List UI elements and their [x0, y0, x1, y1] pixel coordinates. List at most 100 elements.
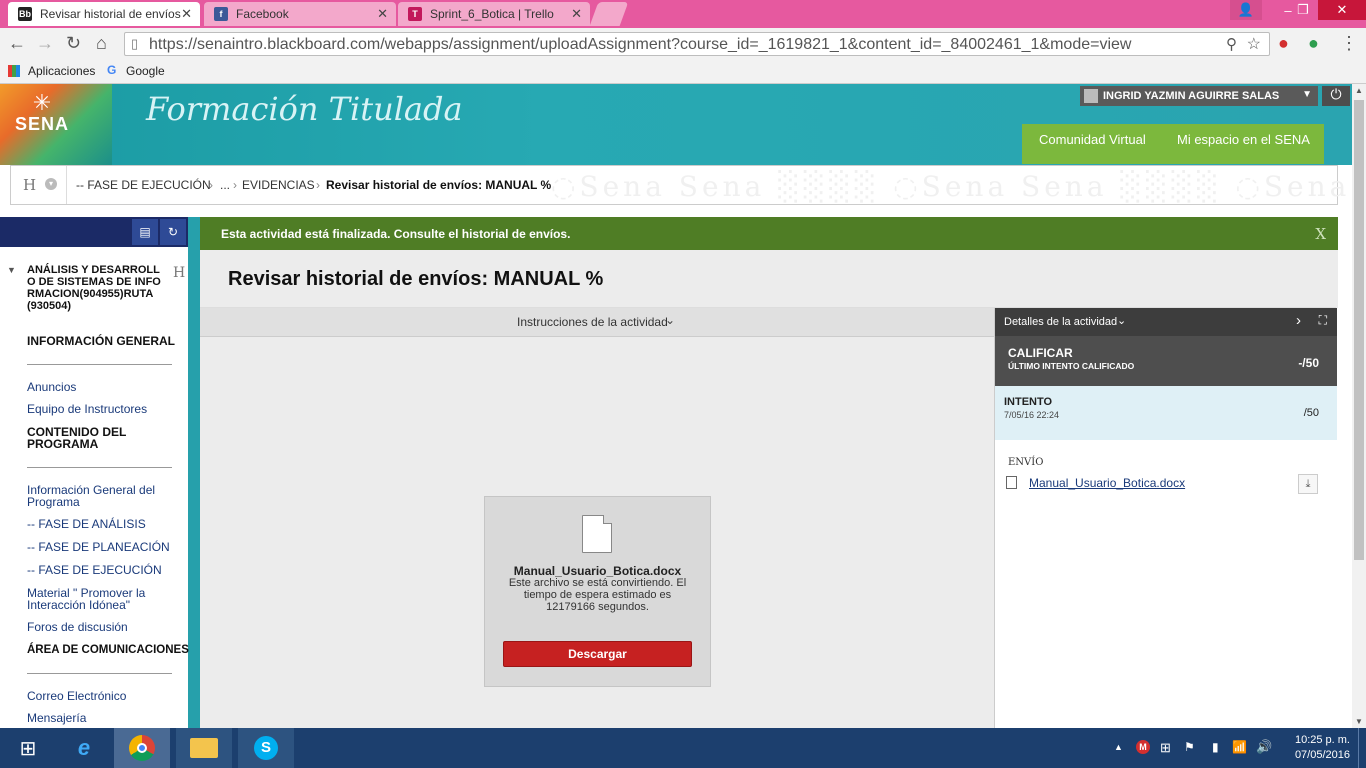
logout-icon[interactable]: ⏻ — [1322, 86, 1350, 106]
back-icon[interactable]: ← — [8, 33, 26, 54]
grade-value: -/50 — [1298, 356, 1319, 370]
tab-title: Revisar historial de envíos — [40, 7, 181, 21]
submission-label: ENVÍO — [1008, 457, 1044, 468]
close-window-icon[interactable]: ✕ — [1318, 0, 1366, 20]
breadcrumb-separator: › — [233, 178, 237, 192]
page-scrollbar[interactable]: ▲ ▼ — [1352, 84, 1366, 728]
close-tab-icon[interactable]: ✕ — [181, 6, 192, 22]
instructions-toggle[interactable]: Instrucciones de la actividad ⌄ — [200, 308, 994, 337]
trello-favicon-icon: T — [408, 7, 422, 21]
nav-info-general[interactable]: INFORMACIÓN GENERAL — [27, 335, 175, 347]
chrome-taskbar-icon[interactable] — [114, 728, 170, 768]
nav-mi-espacio[interactable]: Mi espacio en el SENA — [1177, 132, 1310, 147]
google-icon: G — [107, 63, 117, 77]
file-icon — [1006, 476, 1017, 489]
battery-icon[interactable]: ▮ — [1212, 740, 1219, 754]
chevron-right-icon[interactable]: › — [1296, 312, 1301, 329]
header-nav: Comunidad Virtual Mi espacio en el SENA — [1022, 124, 1324, 164]
action-center-flag-icon[interactable]: ⚑ — [1184, 740, 1195, 754]
internet-explorer-icon[interactable]: e — [56, 728, 112, 768]
nav-fase-analisis[interactable]: -- FASE DE ANÁLISIS — [27, 518, 146, 530]
url-text: https://senaintro.blackboard.com/webapps… — [149, 36, 1132, 53]
nav-info-programa[interactable]: Información General del Programa — [27, 484, 162, 508]
breadcrumb-item[interactable]: ... — [220, 178, 230, 192]
home-icon[interactable]: ⌂ — [96, 33, 107, 54]
page-title: Revisar historial de envíos: MANUAL % — [228, 268, 604, 290]
details-header[interactable]: Detalles de la actividad ⌄ › ⛶ — [995, 308, 1337, 336]
document-corner-fold — [603, 515, 612, 524]
breadcrumb-item[interactable]: EVIDENCIAS — [242, 178, 315, 192]
nav-fase-ejecucion[interactable]: -- FASE DE EJECUCIÓN — [27, 564, 162, 576]
network-signal-icon[interactable]: 📶 — [1232, 740, 1247, 754]
tab-trello[interactable]: T Sprint_6_Botica | Trello ✕ — [398, 2, 590, 26]
zoom-icon[interactable]: ⚲ — [1226, 35, 1237, 53]
nav-equipo-instructores[interactable]: Equipo de Instructores — [27, 403, 147, 415]
windows-tray-icon[interactable]: ⊞ — [1160, 740, 1171, 756]
file-explorer-icon[interactable] — [176, 728, 232, 768]
expand-icon[interactable]: ⛶ — [1319, 313, 1327, 328]
user-menu[interactable]: INGRID YAZMIN AGUIRRE SALAS ▼ — [1080, 86, 1318, 106]
activity-alert: Esta actividad está finalizada. Consulte… — [200, 217, 1338, 250]
nav-anuncios[interactable]: Anuncios — [27, 381, 76, 393]
nav-mensajeria[interactable]: Mensajería — [27, 712, 86, 724]
breadcrumb-item[interactable]: -- FASE DE EJECUCIÓN — [76, 178, 211, 192]
user-profile-icon[interactable]: 👤 — [1230, 0, 1262, 20]
download-button[interactable]: Descargar — [503, 641, 692, 667]
nav-comunidad-virtual[interactable]: Comunidad Virtual — [1039, 132, 1146, 147]
sena-logo[interactable]: ✳ SENA — [10, 92, 74, 156]
chevron-down-icon[interactable]: ▾ — [45, 178, 57, 190]
grade-sublabel: ÚLTIMO INTENTO CALIFICADO — [1008, 361, 1135, 371]
extension-icon[interactable]: ● — [1308, 33, 1319, 54]
course-title[interactable]: ANÁLISIS Y DESARROLLO DE SISTEMAS DE INF… — [27, 264, 162, 312]
tab-revisar-historial[interactable]: Bb Revisar historial de envíos ✕ — [8, 2, 200, 26]
nav-material[interactable]: Material " Promover la Interacción Idóne… — [27, 587, 162, 611]
grade-label: CALIFICAR — [1008, 346, 1073, 360]
bookmark-star-icon[interactable]: ☆ — [1247, 34, 1261, 54]
nav-area-comunicaciones[interactable]: ÁREA DE COMUNICACIONES — [27, 644, 189, 656]
restore-icon[interactable]: ❐ — [1288, 0, 1318, 20]
attempt-date: 7/05/16 22:24 — [1004, 410, 1060, 420]
expand-triangle-icon[interactable]: ▼ — [7, 265, 16, 275]
mega-tray-icon[interactable]: M — [1136, 740, 1150, 754]
folder-view-icon[interactable]: ▤ — [132, 219, 158, 245]
nav-contenido-programa[interactable]: CONTENIDO DEL PROGRAMA — [27, 426, 147, 450]
scrollbar-thumb[interactable] — [1354, 100, 1364, 560]
clock-time: 10:25 p. m. — [1294, 734, 1350, 746]
nav-foros[interactable]: Foros de discusión — [27, 621, 128, 633]
opera-extension-icon[interactable]: ● — [1278, 33, 1289, 54]
bookmark-apps[interactable]: Aplicaciones — [28, 64, 95, 78]
scroll-down-icon[interactable]: ▼ — [1355, 717, 1363, 726]
tab-facebook[interactable]: f Facebook ✕ — [204, 2, 396, 26]
reload-icon[interactable]: ↻ — [66, 33, 81, 54]
chevron-down-icon: ▼ — [1302, 89, 1312, 100]
download-icon[interactable]: ⤓ — [1298, 474, 1318, 494]
show-desktop-button[interactable] — [1358, 728, 1366, 768]
menu-icon[interactable]: ⋮ — [1340, 33, 1358, 54]
alert-text: Esta actividad está finalizada. Consulte… — [221, 227, 571, 241]
avatar — [1084, 89, 1098, 103]
scroll-up-icon[interactable]: ▲ — [1355, 86, 1363, 95]
submission-file-link[interactable]: Manual_Usuario_Botica.docx — [1029, 476, 1185, 490]
refresh-icon[interactable]: ↻ — [160, 219, 186, 245]
system-clock[interactable]: 10:25 p. m. 07/05/2016 — [1280, 733, 1350, 763]
page-info-icon[interactable]: ▯ — [131, 36, 138, 52]
attempt-row[interactable]: INTENTO 7/05/16 22:24 /50 — [995, 386, 1337, 440]
collapse-menu-icon[interactable]: H — [173, 265, 185, 281]
document-icon — [582, 515, 612, 553]
breadcrumb-separator: › — [316, 178, 320, 192]
nav-fase-planeacion[interactable]: -- FASE DE PLANEACIÓN — [27, 541, 170, 553]
close-tab-icon[interactable]: ✕ — [377, 6, 388, 22]
address-bar[interactable]: ▯ https://senaintro.blackboard.com/webap… — [124, 32, 1270, 56]
windows-start-icon[interactable]: ⊞ — [0, 728, 56, 768]
nav-correo[interactable]: Correo Electrónico — [27, 690, 126, 702]
skype-icon[interactable]: S — [238, 728, 294, 768]
forward-icon[interactable]: → — [36, 33, 54, 54]
bookmark-google[interactable]: Google — [126, 64, 165, 78]
grade-section: CALIFICAR ÚLTIMO INTENTO CALIFICADO -/50 — [995, 336, 1337, 386]
course-menu-icon[interactable]: H — [23, 176, 36, 194]
volume-icon[interactable]: 🔊 — [1256, 739, 1272, 755]
close-alert-icon[interactable]: X — [1315, 225, 1326, 243]
show-hidden-icons-icon[interactable]: ▲ — [1114, 742, 1123, 752]
close-tab-icon[interactable]: ✕ — [571, 6, 582, 22]
breadcrumb-separator: › — [209, 178, 213, 192]
